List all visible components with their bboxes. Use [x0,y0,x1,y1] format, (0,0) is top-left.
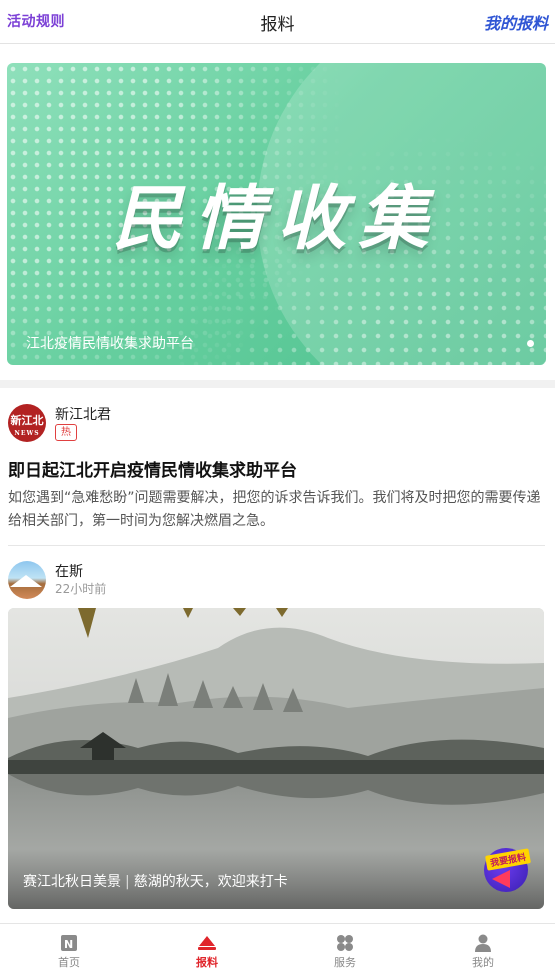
news-icon: N [61,935,77,951]
hot-badge: 热 [55,424,77,441]
user-icon [475,934,491,952]
bottom-tab-bar: N 首页 报料 服务 我的 [0,923,555,975]
avatar[interactable]: 新江北 NEWS [8,404,46,442]
tab-service[interactable]: 服务 [276,924,414,976]
author-name[interactable]: 在斯 [55,561,83,581]
photo-caption: 赛江北秋日美景 | 慈湖的秋天，欢迎来打卡 [23,871,288,891]
post-divider [8,545,545,546]
report-button[interactable]: 我要报料 [478,842,532,896]
section-divider [0,380,555,388]
svg-text:N: N [64,938,73,951]
post-body[interactable]: 如您遇到“急难愁盼”问题需要解决，把您的诉求告诉我们。我们将及时把您的需要传递给… [8,487,548,533]
post-time: 22小时前 [55,582,107,596]
tab-me[interactable]: 我的 [414,924,552,976]
my-reports-link[interactable]: 我的报料 [484,10,548,34]
avatar-mountain-icon [10,575,42,587]
post-title[interactable]: 即日起江北开启疫情民情收集求助平台 [8,456,297,481]
grid-icon [337,935,353,951]
megaphone-icon [492,870,510,888]
top-nav-bar: 活动规则 报料 我的报料 [0,0,555,44]
tab-home[interactable]: N 首页 [0,924,138,976]
page-title: 报料 [260,15,295,35]
spacer [0,45,555,63]
report-icon [198,936,216,950]
avatar[interactable] [8,561,46,599]
caption-part1: 赛江北秋日美景 [23,874,121,890]
tab-me-label: 我的 [472,956,494,969]
caption-part2: 慈湖的秋天，欢迎来打卡 [133,874,288,890]
tab-service-label: 服务 [334,956,356,969]
tab-report-label: 报料 [196,956,218,969]
carousel-indicator-dot[interactable] [527,340,534,347]
tab-report[interactable]: 报料 [138,924,276,976]
author-name[interactable]: 新江北君 [55,404,111,424]
post-photo[interactable]: 赛江北秋日美景 | 慈湖的秋天，欢迎来打卡 我要报料 [8,608,544,909]
banner-headline: 民情收集 [112,177,441,260]
banner-carousel[interactable]: 民情收集 江北疫情民情收集求助平台 [7,63,546,365]
tab-home-label: 首页 [58,956,80,969]
avatar-logo-sub: NEWS [14,430,40,437]
banner-caption: 江北疫情民情收集求助平台 [26,336,194,352]
caption-separator: | [125,874,130,890]
